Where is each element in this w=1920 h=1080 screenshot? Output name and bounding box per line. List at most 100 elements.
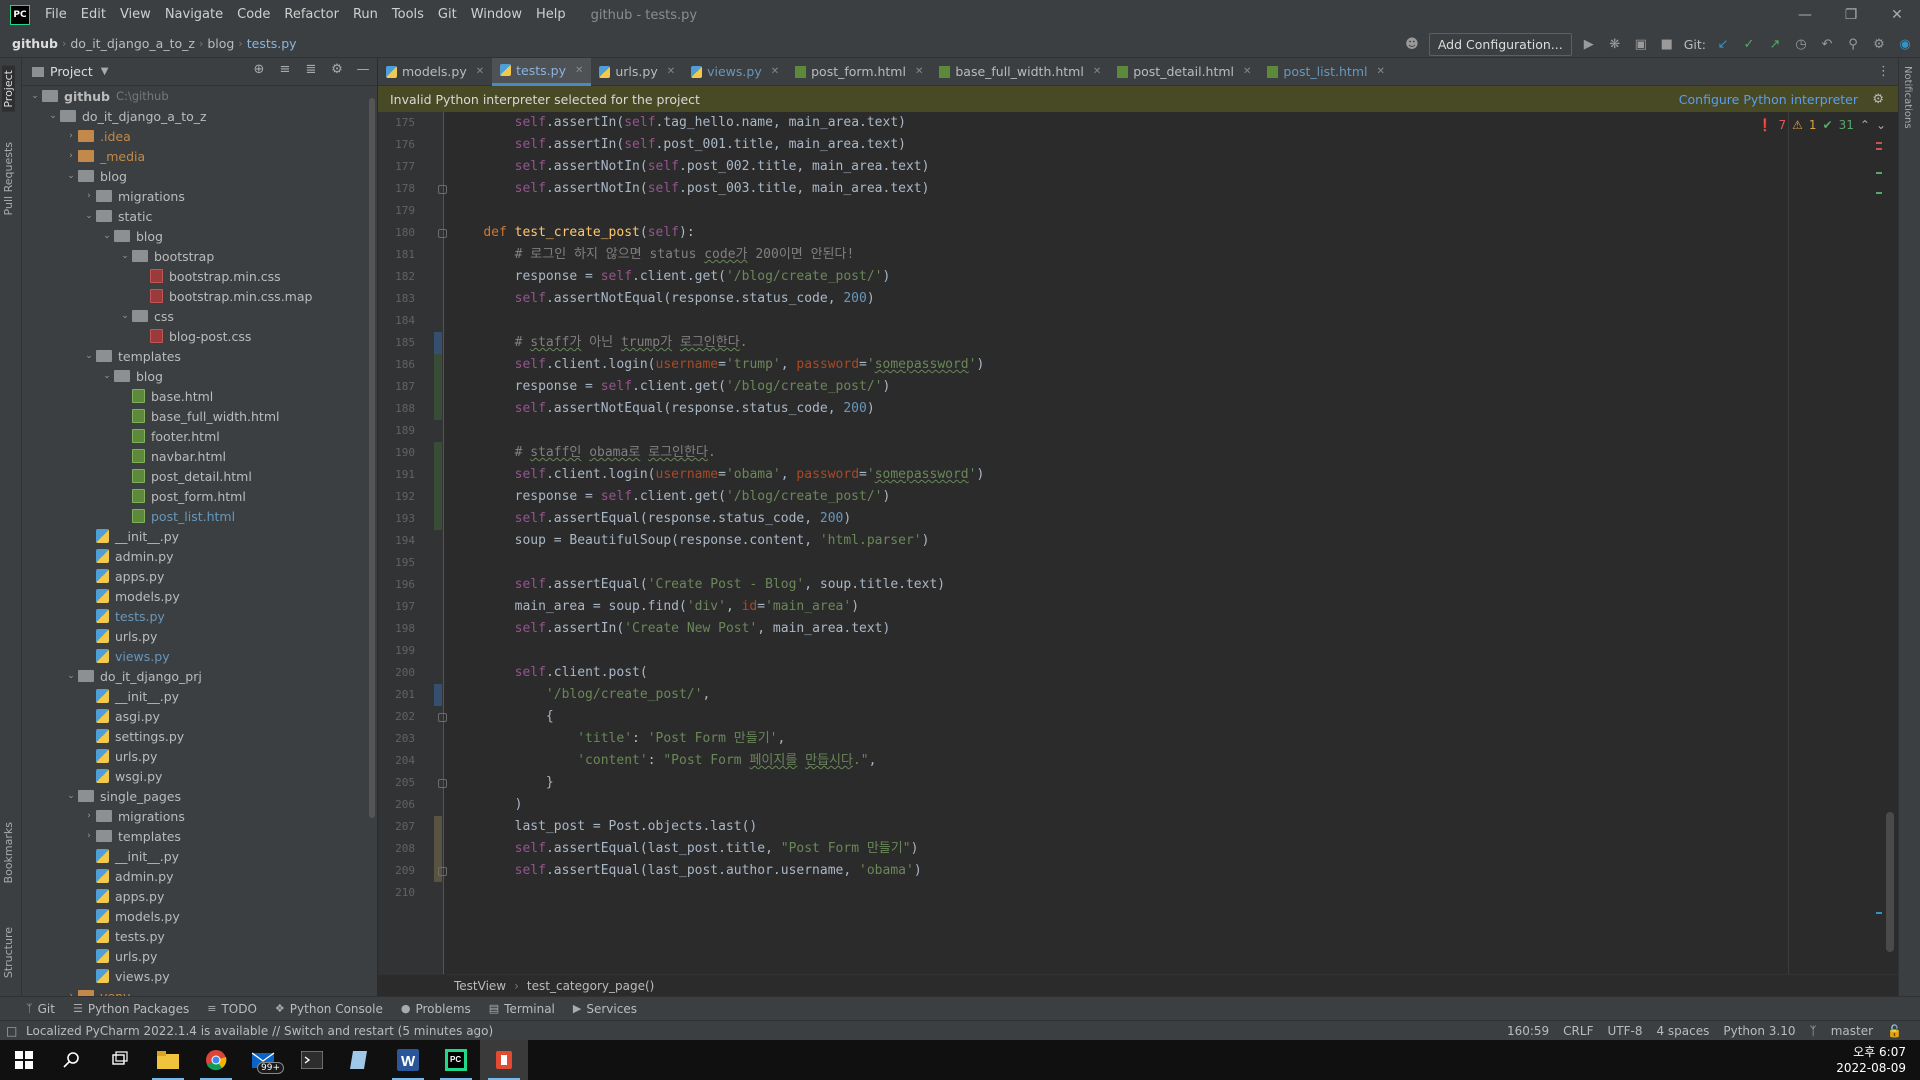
tree-folder[interactable]: ⌄ blog	[22, 166, 378, 186]
vcs-change-marker[interactable]	[434, 684, 442, 706]
project-scrollbar[interactable]	[369, 98, 375, 818]
chevron-right-icon[interactable]: ›	[82, 811, 96, 821]
menu-tools[interactable]: Tools	[385, 0, 431, 30]
rollback-icon[interactable]: ↶	[1818, 35, 1836, 53]
close-icon[interactable]: ✕	[1376, 66, 1384, 77]
error-stripe[interactable]	[1876, 148, 1882, 150]
close-icon[interactable]: ✕	[1243, 66, 1251, 77]
tree-file[interactable]: views.py	[22, 646, 378, 666]
tree-file[interactable]: navbar.html	[22, 446, 378, 466]
tree-file[interactable]: settings.py	[22, 726, 378, 746]
tree-file[interactable]: views.py	[22, 966, 378, 986]
tree-file[interactable]: bootstrap.min.css.map	[22, 286, 378, 306]
chevron-right-icon[interactable]: ›	[82, 831, 96, 841]
close-icon[interactable]: ✕	[575, 65, 583, 76]
coverage-icon[interactable]: ▣	[1632, 35, 1650, 53]
editor-tab[interactable]: post_form.html ✕	[787, 58, 931, 86]
mail-icon[interactable]: 99+	[240, 1040, 288, 1080]
change-stripe[interactable]	[1876, 192, 1882, 194]
stop-icon[interactable]: ■	[1658, 35, 1676, 53]
git-push-icon[interactable]: ↗	[1766, 35, 1784, 53]
gear-icon[interactable]: ⚙	[329, 62, 345, 80]
tree-folder[interactable]: ⌄ css	[22, 306, 378, 326]
editor-tab[interactable]: base_full_width.html ✕	[931, 58, 1109, 86]
word-icon[interactable]: W	[384, 1040, 432, 1080]
tree-file[interactable]: asgi.py	[22, 706, 378, 726]
change-stripe[interactable]	[1876, 172, 1882, 174]
history-icon[interactable]: ◷	[1792, 35, 1810, 53]
editor-tab[interactable]: post_list.html ✕	[1259, 58, 1392, 86]
tree-file[interactable]: urls.py	[22, 626, 378, 646]
tree-file[interactable]: wsgi.py	[22, 766, 378, 786]
pull-requests-side-tab[interactable]: Pull Requests	[2, 138, 15, 219]
configure-interpreter-link[interactable]: Configure Python interpreter	[1679, 92, 1858, 107]
chevron-up-icon[interactable]: ⌃	[1860, 118, 1870, 132]
file-explorer-icon[interactable]	[144, 1040, 192, 1080]
expand-all-icon[interactable]: ≡	[277, 62, 293, 80]
tree-file[interactable]: base_full_width.html	[22, 406, 378, 426]
chevron-down-icon[interactable]: ⌄	[64, 791, 78, 801]
tree-file[interactable]: apps.py	[22, 566, 378, 586]
locate-icon[interactable]: ⊕	[251, 62, 267, 80]
editor-tab[interactable]: views.py ✕	[683, 58, 787, 86]
chevron-down-icon[interactable]: ⌄	[82, 211, 96, 221]
menu-run[interactable]: Run	[346, 0, 385, 30]
vcs-change-marker[interactable]	[434, 486, 442, 508]
tree-folder[interactable]: › templates	[22, 826, 378, 846]
close-icon[interactable]: ✕	[1874, 0, 1920, 30]
close-icon[interactable]: ✕	[771, 66, 779, 77]
jetbrains-logo-icon[interactable]: ◉	[1896, 35, 1914, 53]
code-area[interactable]: self.assertIn(self.tag_hello.name, main_…	[444, 112, 1898, 974]
tree-folder[interactable]: ⌄ single_pages	[22, 786, 378, 806]
collapse-all-icon[interactable]: ≣	[303, 62, 319, 80]
tree-file[interactable]: models.py	[22, 586, 378, 606]
tree-folder[interactable]: ⌄ bootstrap	[22, 246, 378, 266]
change-stripe[interactable]	[1876, 912, 1882, 914]
close-icon[interactable]: ✕	[1093, 66, 1101, 77]
menu-navigate[interactable]: Navigate	[158, 0, 230, 30]
search-icon[interactable]	[48, 1040, 96, 1080]
project-side-tab[interactable]: Project	[2, 66, 15, 112]
chrome-icon[interactable]	[192, 1040, 240, 1080]
git-branch[interactable]: master	[1831, 1024, 1873, 1038]
git-update-icon[interactable]: ↙	[1714, 35, 1732, 53]
tree-folder[interactable]: ⌄ static	[22, 206, 378, 226]
tree-file[interactable]: __init__.py	[22, 686, 378, 706]
tree-file[interactable]: urls.py	[22, 946, 378, 966]
gear-icon[interactable]: ⚙	[1872, 92, 1884, 107]
tree-file[interactable]: urls.py	[22, 746, 378, 766]
status-message[interactable]: Localized PyCharm 2022.1.4 is available …	[26, 1024, 493, 1038]
pycharm-taskbar-icon[interactable]: PC	[432, 1040, 480, 1080]
python-packages-tool[interactable]: ☰ Python Packages	[73, 1002, 189, 1016]
task-view-icon[interactable]	[96, 1040, 144, 1080]
interpreter-status[interactable]: Python 3.10	[1723, 1024, 1795, 1038]
tree-folder[interactable]: ⌄ do_it_django_a_to_z	[22, 106, 378, 126]
chevron-down-icon[interactable]: ⌄	[118, 311, 132, 321]
code-editor[interactable]: 175 176 177 178 179 180 181 182 183 184 185 186 187 1…	[378, 112, 1898, 974]
lock-icon[interactable]: 🔓	[1887, 1024, 1902, 1038]
chevron-right-icon[interactable]: ›	[64, 151, 78, 161]
breadcrumb-class[interactable]: TestView	[454, 979, 506, 993]
chevron-right-icon[interactable]: ›	[64, 131, 78, 141]
git-tool[interactable]: ᛉ Git	[26, 1002, 55, 1016]
editor-tab[interactable]: urls.py ✕	[591, 58, 683, 86]
caret-position[interactable]: 160:59	[1507, 1024, 1549, 1038]
menu-window[interactable]: Window	[464, 0, 529, 30]
chevron-down-icon[interactable]: ▼	[101, 66, 109, 77]
editor-scrollbar[interactable]	[1886, 812, 1894, 952]
editor-tab[interactable]: tests.py ✕	[492, 57, 592, 86]
status-square-icon[interactable]: □	[6, 1024, 17, 1038]
project-title[interactable]: Project	[50, 64, 93, 79]
restore-icon[interactable]: ❐	[1828, 0, 1874, 30]
tree-file[interactable]: models.py	[22, 906, 378, 926]
breadcrumb-file[interactable]: tests.py	[243, 36, 301, 51]
user-icon[interactable]: ☻	[1403, 35, 1421, 53]
services-tool[interactable]: ▶ Services	[573, 1002, 637, 1016]
debug-icon[interactable]: ❋	[1606, 35, 1624, 53]
tree-file[interactable]: tests.py	[22, 606, 378, 626]
menu-file[interactable]: File	[38, 0, 74, 30]
run-icon[interactable]: ▶	[1580, 35, 1598, 53]
tree-folder[interactable]: ⌄ blog	[22, 366, 378, 386]
chevron-down-icon[interactable]: ⌄	[64, 171, 78, 181]
menu-refactor[interactable]: Refactor	[277, 0, 346, 30]
